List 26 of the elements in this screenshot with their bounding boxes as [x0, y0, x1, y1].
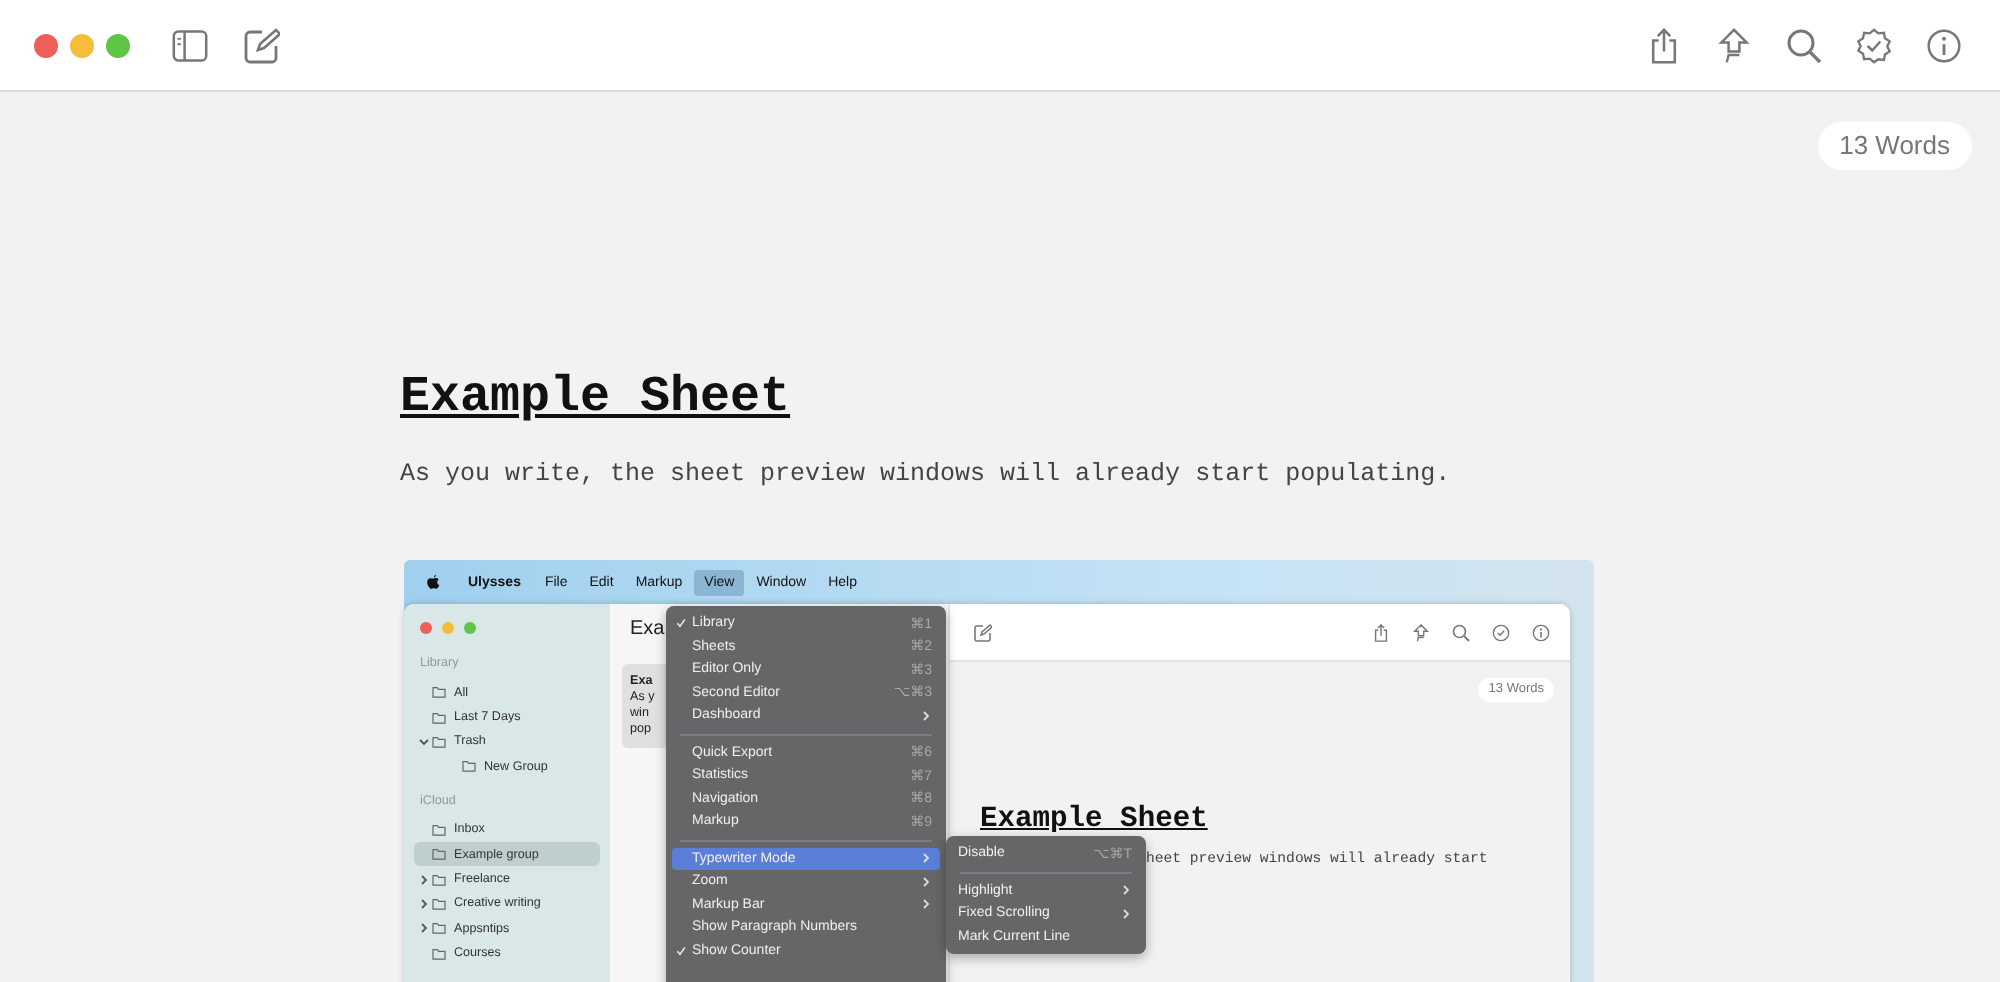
document-title: Example Sheet [400, 368, 793, 428]
compose-icon[interactable] [974, 623, 992, 641]
sidebar-toggle-icon[interactable] [172, 27, 208, 63]
close-button[interactable] [420, 622, 432, 634]
apple-icon[interactable] [426, 573, 440, 591]
check-circle-icon[interactable] [1492, 623, 1510, 641]
search-icon[interactable] [1452, 623, 1470, 641]
arrow-pen-icon[interactable] [1412, 623, 1430, 641]
arrow-pen-icon[interactable] [1716, 27, 1752, 63]
info-icon[interactable] [1532, 623, 1550, 641]
chevron-icon[interactable] [418, 873, 430, 886]
folder-icon [462, 760, 476, 773]
share-icon[interactable] [1372, 623, 1390, 641]
search-icon[interactable] [1786, 27, 1822, 63]
check-badge-icon[interactable] [1856, 27, 1892, 63]
compose-icon[interactable] [244, 27, 280, 63]
word-count[interactable]: 13 Words [1817, 122, 1972, 170]
share-icon[interactable] [1646, 27, 1682, 63]
chevron-icon[interactable] [418, 897, 430, 910]
close-button[interactable] [34, 33, 58, 57]
sheet-list-title: Exa [630, 618, 665, 640]
chevron-icon[interactable] [418, 735, 430, 748]
chevron-icon[interactable] [418, 922, 430, 935]
info-icon[interactable] [1926, 27, 1962, 63]
document-title: Example Sheet [980, 802, 1210, 838]
document-paragraph: As you write, the sheet preview windows will already start populating. [400, 458, 1453, 492]
